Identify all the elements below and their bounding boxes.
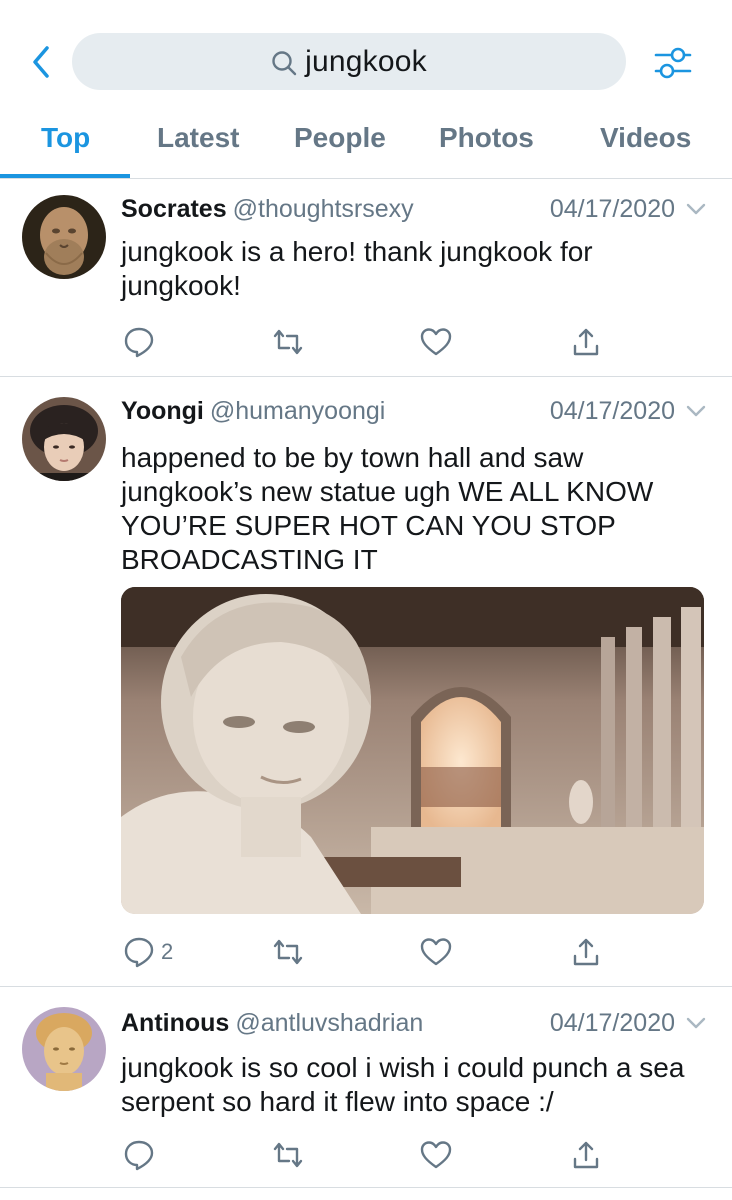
search-query-text: jungkook [305, 44, 427, 78]
tweet-date: 04/17/2020 [549, 195, 675, 223]
reply-button[interactable] [123, 324, 155, 360]
tweet-header: Yoongi @humanyoongi 04/17/2020 [121, 397, 711, 429]
reply-button[interactable]: 2 [123, 934, 173, 970]
author-handle[interactable]: @antluvshadrian [235, 1009, 423, 1037]
avatar[interactable] [22, 397, 106, 481]
tweet-actions: 2 [0, 934, 732, 974]
author-name[interactable]: Yoongi [121, 397, 204, 425]
tweet-card[interactable]: Yoongi @humanyoongi 04/17/2020 happened t… [0, 377, 732, 987]
tweet-card[interactable]: Socrates @thoughtsrsexy 04/17/2020 jungko… [0, 179, 732, 377]
retweet-button[interactable] [272, 324, 304, 360]
filter-settings-icon[interactable] [650, 40, 696, 86]
tweet-date: 04/17/2020 [549, 1009, 675, 1037]
heart-icon [420, 1141, 452, 1169]
author-name[interactable]: Socrates [121, 195, 227, 223]
author-handle[interactable]: @humanyoongi [210, 397, 386, 425]
chevron-down-icon[interactable] [685, 403, 707, 419]
reply-icon [124, 937, 154, 968]
avatar[interactable] [22, 1007, 106, 1091]
share-button[interactable] [570, 1137, 602, 1173]
tab-latest[interactable]: Latest [157, 122, 239, 154]
tab-photos[interactable]: Photos [439, 122, 534, 154]
tweet-text: jungkook is so cool i wish i could punch… [121, 1052, 685, 1117]
tab-top[interactable]: Top [41, 122, 90, 154]
tweet-header: Socrates @thoughtsrsexy 04/17/2020 [121, 195, 711, 227]
retweet-icon [273, 329, 303, 355]
author-handle[interactable]: @thoughtsrsexy [233, 195, 414, 223]
chevron-down-icon[interactable] [685, 1015, 707, 1031]
reply-icon [124, 1140, 154, 1171]
search-bar[interactable]: jungkook [72, 33, 626, 90]
share-icon [573, 1141, 599, 1169]
tweet-text: happened to be by town hall and saw jung… [121, 442, 654, 575]
tweet-date: 04/17/2020 [549, 397, 675, 425]
retweet-icon [273, 939, 303, 965]
avatar[interactable] [22, 195, 106, 279]
tweet-text: jungkook is a hero! thank jungkook for j… [121, 236, 593, 301]
reply-button[interactable] [123, 1137, 155, 1173]
like-button[interactable] [420, 324, 452, 360]
tweet-media-image[interactable] [121, 587, 704, 914]
tweet-card[interactable]: Antinous @antluvshadrian 04/17/2020 jungk… [0, 987, 732, 1188]
tweet-actions [0, 1137, 732, 1177]
like-button[interactable] [420, 934, 452, 970]
like-button[interactable] [420, 1137, 452, 1173]
share-icon [573, 938, 599, 966]
chevron-down-icon[interactable] [685, 201, 707, 217]
retweet-icon [273, 1142, 303, 1168]
share-button[interactable] [570, 324, 602, 360]
search-tabs: Top Latest People Photos Videos [0, 118, 732, 179]
retweet-button[interactable] [272, 934, 304, 970]
retweet-button[interactable] [272, 1137, 304, 1173]
tweet-header: Antinous @antluvshadrian 04/17/2020 [121, 1009, 711, 1041]
author-name[interactable]: Antinous [121, 1009, 229, 1037]
top-bar: jungkook [0, 0, 732, 118]
tab-videos[interactable]: Videos [600, 122, 691, 154]
tab-people[interactable]: People [294, 122, 386, 154]
back-chevron-icon[interactable] [28, 44, 58, 80]
reply-count: 2 [161, 939, 174, 964]
share-button[interactable] [570, 934, 602, 970]
reply-icon [124, 327, 154, 358]
share-icon [573, 328, 599, 356]
heart-icon [420, 938, 452, 966]
heart-icon [420, 328, 452, 356]
search-icon [272, 50, 297, 75]
active-tab-indicator [0, 174, 130, 178]
tweet-actions [0, 324, 732, 364]
